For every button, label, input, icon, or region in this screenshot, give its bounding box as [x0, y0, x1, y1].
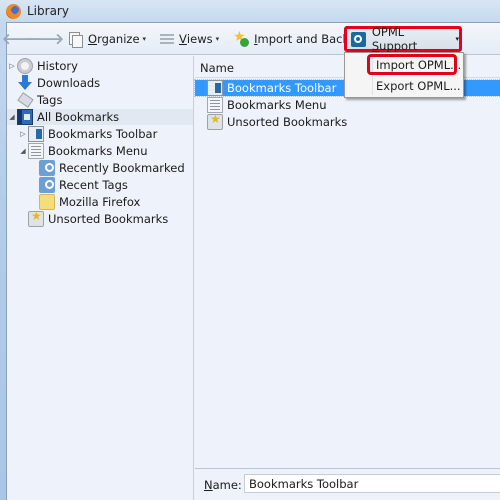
sidebar-item-tags[interactable]: Tags: [7, 92, 62, 108]
chevron-down-icon: ▾: [215, 34, 220, 43]
list-item[interactable]: Bookmarks Menu: [207, 97, 326, 113]
smart-query-icon: [39, 160, 55, 176]
history-icon: [17, 58, 33, 74]
sidebar-item-downloads[interactable]: Downloads: [7, 75, 100, 91]
unsorted-bookmarks-icon: [207, 112, 223, 130]
chevron-down-icon: ▾: [455, 35, 459, 43]
toolbar: 🡐 🡒 Organize ▾ Views ▾ Import and Backup…: [2, 23, 500, 55]
bookmarks-list-pane: Name Bookmarks Toolbar Bookmarks Menu Un…: [194, 56, 500, 500]
sidebar-item-bookmarks-toolbar[interactable]: ▷ Bookmarks Toolbar: [18, 126, 157, 142]
sidebar-item-bookmarks-menu[interactable]: ◢ Bookmarks Menu: [18, 143, 147, 159]
name-label: Name:: [204, 478, 242, 492]
tags-icon: [17, 92, 33, 108]
export-opml-menu-item[interactable]: Export OPML...: [376, 76, 461, 96]
sidebar-item-recently-bookmarked[interactable]: Recently Bookmarked: [39, 160, 185, 176]
collapse-twisty-icon[interactable]: ◢: [7, 113, 17, 121]
sidebar-item-recent-tags[interactable]: Recent Tags: [39, 177, 128, 193]
opml-support-button[interactable]: OPML Support ▾: [344, 25, 462, 53]
bookmarks-toolbar-icon: [207, 80, 223, 96]
forward-button[interactable]: 🡒: [24, 30, 64, 48]
unsorted-bookmarks-icon: [28, 209, 44, 227]
import-opml-highlight-box: [367, 54, 457, 75]
smart-query-icon: [39, 177, 55, 193]
details-pane: Name:: [195, 468, 500, 500]
sidebar-item-all-bookmarks[interactable]: ◢ All Bookmarks: [7, 109, 193, 125]
downloads-icon: [17, 75, 33, 91]
list-item[interactable]: Unsorted Bookmarks: [207, 112, 347, 130]
expand-twisty-icon[interactable]: ▷: [18, 130, 28, 138]
sidebar-tree: ▷ History Downloads Tags ◢ All Bookmarks…: [7, 56, 194, 500]
chevron-down-icon: ▾: [142, 34, 147, 43]
organize-icon: [67, 31, 83, 48]
sidebar-item-history[interactable]: ▷ History: [7, 58, 78, 74]
collapse-twisty-icon[interactable]: ◢: [18, 147, 28, 155]
arrow-right-icon: 🡒: [23, 30, 65, 48]
organize-button[interactable]: Organize ▾: [63, 28, 150, 50]
opml-icon: [351, 31, 366, 47]
sidebar-item-mozilla-firefox[interactable]: Mozilla Firefox: [39, 194, 140, 210]
views-icon: [160, 33, 175, 46]
bookmarks-menu-icon: [28, 143, 44, 159]
opml-menu: Import OPML... Export OPML...: [344, 52, 464, 98]
import-backup-icon: [233, 29, 250, 47]
expand-twisty-icon[interactable]: ▷: [7, 62, 17, 70]
bookmarks-toolbar-icon: [28, 126, 44, 142]
library-window: 🡐 🡒 Organize ▾ Views ▾ Import and Backup…: [2, 22, 500, 500]
folder-icon: [39, 194, 55, 210]
views-button[interactable]: Views ▾: [156, 28, 223, 50]
name-field[interactable]: [244, 474, 500, 493]
bookmarks-menu-icon: [207, 97, 223, 113]
window-title: Library: [27, 4, 69, 18]
sidebar-item-unsorted-bookmarks[interactable]: Unsorted Bookmarks: [28, 209, 168, 227]
title-bar: Library: [0, 0, 500, 22]
firefox-logo-icon: [6, 3, 21, 19]
all-bookmarks-icon: [17, 109, 33, 125]
